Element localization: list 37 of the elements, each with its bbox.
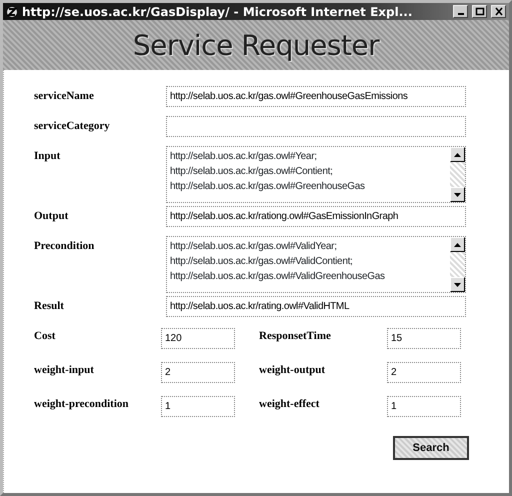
field-label: Cost bbox=[34, 329, 56, 344]
text-field[interactable]: http://selab.uos.ac.kr/gas.owl#GreenhouseGasEmissions bbox=[166, 86, 466, 107]
field-label: Input bbox=[34, 149, 62, 164]
text-field[interactable]: 1 bbox=[161, 396, 235, 417]
text-field[interactable]: 2 bbox=[161, 362, 235, 383]
field-label: weight-precondition bbox=[34, 397, 130, 412]
field-label: weight-effect bbox=[258, 397, 320, 412]
maximize-icon bbox=[474, 7, 484, 16]
browser-icon bbox=[6, 6, 18, 18]
field-label: ResponsetTime bbox=[258, 329, 332, 344]
text-field[interactable]: 1 bbox=[387, 396, 461, 417]
text-field[interactable]: http://selab.uos.ac.kr/rating.owl#ValidHTML bbox=[166, 296, 466, 317]
search-button[interactable]: Search bbox=[393, 436, 469, 460]
text-field[interactable]: http://selab.uos.ac.kr/rationg.owl#GasEmissionInGraph bbox=[166, 206, 466, 227]
minimize-button[interactable] bbox=[453, 5, 468, 18]
text-field[interactable]: 120 bbox=[161, 328, 235, 349]
field-label: Output bbox=[34, 209, 70, 224]
field-label: weight-output bbox=[258, 363, 326, 378]
field-label: serviceCategory bbox=[34, 119, 111, 134]
text-area[interactable]: http://selab.uos.ac.kr/gas.owl#ValidYear; http://selab.uos.ac.kr/gas.owl#ValidContient; http://selab.uos.ac.kr/gas.owl#ValidGreenhouseGas bbox=[166, 236, 466, 293]
field-text: http://selab.uos.ac.kr/gas.owl#Year; http://selab.uos.ac.kr/gas.owl#Contient; http://selab.uos.ac.kr/gas.owl#GreenhouseGas bbox=[169, 150, 366, 194]
field-label: weight-input bbox=[34, 363, 95, 378]
field-label: Precondition bbox=[34, 239, 96, 254]
scrollbar[interactable] bbox=[450, 147, 465, 202]
field-label: Result bbox=[34, 299, 65, 314]
close-icon bbox=[494, 7, 504, 16]
text-area[interactable]: http://selab.uos.ac.kr/gas.owl#Year; http://selab.uos.ac.kr/gas.owl#Contient; http://selab.uos.ac.kr/gas.owl#GreenhouseGas bbox=[166, 146, 466, 203]
maximize-button[interactable] bbox=[472, 5, 487, 18]
scrollbar[interactable] bbox=[450, 237, 465, 292]
field-text: http://selab.uos.ac.kr/gas.owl#ValidYear; http://selab.uos.ac.kr/gas.owl#ValidContient; http://selab.uos.ac.kr/gas.owl#ValidGreenhouseGas bbox=[169, 240, 386, 284]
window-title: http://se.uos.ac.kr/GasDisplay/ - Microsoft Internet Expl... bbox=[22, 4, 414, 18]
page-title: Service Requester bbox=[132, 28, 380, 62]
field-label: serviceName bbox=[34, 89, 95, 104]
close-button[interactable] bbox=[491, 5, 506, 18]
text-field[interactable]: 15 bbox=[387, 328, 461, 349]
text-field[interactable] bbox=[166, 116, 466, 137]
text-field[interactable]: 2 bbox=[387, 362, 461, 383]
